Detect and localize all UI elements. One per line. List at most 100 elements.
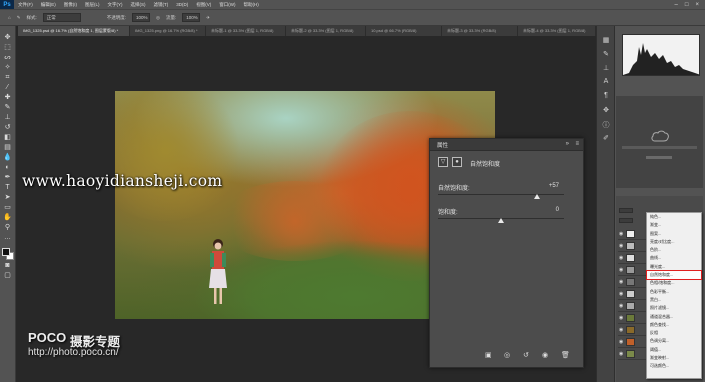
view-previous-state-icon[interactable]: ◎ <box>504 351 510 359</box>
history-panel-icon[interactable]: ▦ <box>601 36 611 44</box>
menu-item-black-white[interactable]: 黑白... <box>647 296 701 304</box>
tab-document-4[interactable]: 未标题-2 @ 33.3% (图层 1, RGB/8) <box>286 26 366 36</box>
vibrance-slider-handle[interactable] <box>533 194 540 199</box>
menu-window[interactable]: 窗口(W) <box>215 2 239 8</box>
marquee-tool-icon[interactable]: ⬚ <box>3 44 13 52</box>
quick-mask-icon[interactable]: ◙ <box>3 262 13 270</box>
menu-layer[interactable]: 图层(L) <box>81 2 104 8</box>
info-panel-icon[interactable]: ⓘ <box>601 120 611 130</box>
visibility-eye-icon[interactable]: ◉ <box>619 267 623 273</box>
menu-item-hue-saturation[interactable]: 色相/饱和度... <box>647 279 701 287</box>
visibility-eye-icon[interactable]: ◉ <box>619 279 623 285</box>
visibility-eye-icon[interactable]: ◉ <box>619 351 623 357</box>
menu-item-exposure[interactable]: 曝光度... <box>647 263 701 271</box>
minimize-button[interactable]: – <box>675 2 678 8</box>
sample-select[interactable]: 正常 <box>42 13 81 22</box>
menu-image[interactable]: 图像(I) <box>60 2 81 8</box>
visibility-icon[interactable]: ◉ <box>542 351 548 359</box>
visibility-eye-icon[interactable]: ◉ <box>619 255 623 261</box>
menu-type[interactable]: 文字(Y) <box>104 2 127 8</box>
airbrush-icon[interactable]: ✈ <box>206 15 210 21</box>
menu-item-gradient-map[interactable]: 渐变映射... <box>647 354 701 362</box>
menu-item-channel-mixer[interactable]: 通道混合器... <box>647 313 701 321</box>
flow-field[interactable]: 100% <box>182 13 201 22</box>
visibility-eye-icon[interactable]: ◉ <box>619 243 623 249</box>
pressure-icon[interactable]: ◎ <box>156 15 160 21</box>
tab-document-6[interactable]: 未标题-3 @ 33.3% (RGB/8) <box>442 26 518 36</box>
menu-item-curves[interactable]: 曲线... <box>647 254 701 262</box>
close-button[interactable]: × <box>695 2 699 8</box>
menu-item-invert[interactable]: 反相 <box>647 329 701 337</box>
tab-document-3[interactable]: 未标题-1 @ 33.3% (图层 1, RGB/8) <box>206 26 286 36</box>
properties-header[interactable]: 属性 » ≡ <box>430 139 583 151</box>
menu-filter[interactable]: 滤镜(T) <box>150 2 173 8</box>
vibrance-slider-track[interactable] <box>438 194 564 195</box>
menu-item-photo-filter[interactable]: 照片滤镜... <box>647 304 701 312</box>
menu-item-color-balance[interactable]: 色彩平衡... <box>647 288 701 296</box>
menu-item-solid-color[interactable]: 纯色... <box>647 213 701 221</box>
opacity-field[interactable]: 100% <box>132 13 151 22</box>
visibility-eye-icon[interactable]: ◉ <box>619 303 623 309</box>
menu-edit[interactable]: 编辑(E) <box>37 2 60 8</box>
tab-document-1[interactable]: IMG_1325.psd @ 16.7% (自然饱和度 1, 图层蒙版/8) * <box>18 26 130 36</box>
dodge-tool-icon[interactable]: ◐ <box>3 164 13 172</box>
menu-item-vibrance[interactable]: 自然饱和度... <box>646 270 702 281</box>
layer-filter-select[interactable] <box>619 208 633 213</box>
quick-select-tool-icon[interactable]: ✧ <box>3 64 13 72</box>
gradient-tool-icon[interactable]: ▤ <box>3 144 13 152</box>
eyedropper-tool-icon[interactable]: ⁄ <box>3 84 13 92</box>
move-tool-icon[interactable]: ✥ <box>3 34 13 42</box>
brush-icon[interactable]: ✎ <box>17 15 21 21</box>
visibility-eye-icon[interactable]: ◉ <box>619 339 623 345</box>
menu-item-threshold[interactable]: 阈值... <box>647 346 701 354</box>
more-tools-icon[interactable]: … <box>3 234 13 242</box>
screen-mode-icon[interactable]: ▢ <box>3 272 13 280</box>
layer-mask-icon[interactable]: ● <box>452 157 462 167</box>
clone-panel-icon[interactable]: ⊥ <box>601 64 611 72</box>
pen-tool-icon[interactable]: ✒ <box>3 174 13 182</box>
tool-presets-icon[interactable]: ✥ <box>601 106 611 114</box>
menu-item-gradient[interactable]: 渐变... <box>647 221 701 229</box>
tab-document-2[interactable]: IMG_1325.png @ 16.7% (RGB/8) * <box>130 26 206 36</box>
shape-tool-icon[interactable]: ▭ <box>3 204 13 212</box>
tab-document-7[interactable]: 未标题-4 @ 33.3% (图层 1, RGB/8) <box>518 26 596 36</box>
menu-select[interactable]: 选择(S) <box>127 2 150 8</box>
type-tool-icon[interactable]: T <box>3 184 13 192</box>
notes-panel-icon[interactable]: ✐ <box>601 134 611 142</box>
tab-document-5[interactable]: 10.psd @ 66.7% (RGB/8) <box>366 26 442 36</box>
lasso-tool-icon[interactable]: ᔕ <box>3 54 13 62</box>
menu-item-levels[interactable]: 色阶... <box>647 246 701 254</box>
menu-help[interactable]: 帮助(H) <box>240 2 263 8</box>
menu-3d[interactable]: 3D(D) <box>172 2 192 7</box>
collapse-icon[interactable]: » <box>566 141 569 147</box>
menu-item-color-lookup[interactable]: 颜色查找... <box>647 321 701 329</box>
menu-view[interactable]: 视图(V) <box>192 2 215 8</box>
path-select-tool-icon[interactable]: ➤ <box>3 194 13 202</box>
menu-item-pattern[interactable]: 图案... <box>647 230 701 238</box>
adjustment-type-icon[interactable]: ▽ <box>438 157 448 167</box>
brush-panel-icon[interactable]: ✎ <box>601 50 611 58</box>
visibility-eye-icon[interactable]: ◉ <box>619 327 623 333</box>
healing-tool-icon[interactable]: ✚ <box>3 94 13 102</box>
foreground-color-swatch[interactable] <box>1 248 10 256</box>
hand-tool-icon[interactable]: ✋ <box>3 214 13 222</box>
menu-item-selective-color[interactable]: 可选颜色... <box>647 362 701 370</box>
stamp-tool-icon[interactable]: ⊥ <box>3 114 13 122</box>
panel-menu-icon[interactable]: ≡ <box>575 141 579 147</box>
history-brush-tool-icon[interactable]: ↺ <box>3 124 13 132</box>
blur-tool-icon[interactable]: 💧 <box>3 154 13 162</box>
character-panel-icon[interactable]: A <box>601 78 611 85</box>
menu-item-posterize[interactable]: 色调分离... <box>647 337 701 345</box>
blend-mode-select[interactable] <box>619 218 633 223</box>
tool-preset-icon[interactable]: ⌂ <box>8 15 11 20</box>
paragraph-panel-icon[interactable]: ¶ <box>601 92 611 99</box>
saturation-value[interactable]: 0 <box>556 207 559 213</box>
eraser-tool-icon[interactable]: ◧ <box>3 134 13 142</box>
visibility-eye-icon[interactable]: ◉ <box>619 315 623 321</box>
color-swatches[interactable] <box>1 248 14 260</box>
crop-tool-icon[interactable]: ⌗ <box>3 74 13 82</box>
clip-to-layer-icon[interactable]: ▣ <box>485 351 492 359</box>
menu-item-brightness-contrast[interactable]: 亮度/对比度... <box>647 238 701 246</box>
delete-icon[interactable]: 🗑 <box>561 351 570 359</box>
menu-file[interactable]: 文件(F) <box>14 2 37 8</box>
